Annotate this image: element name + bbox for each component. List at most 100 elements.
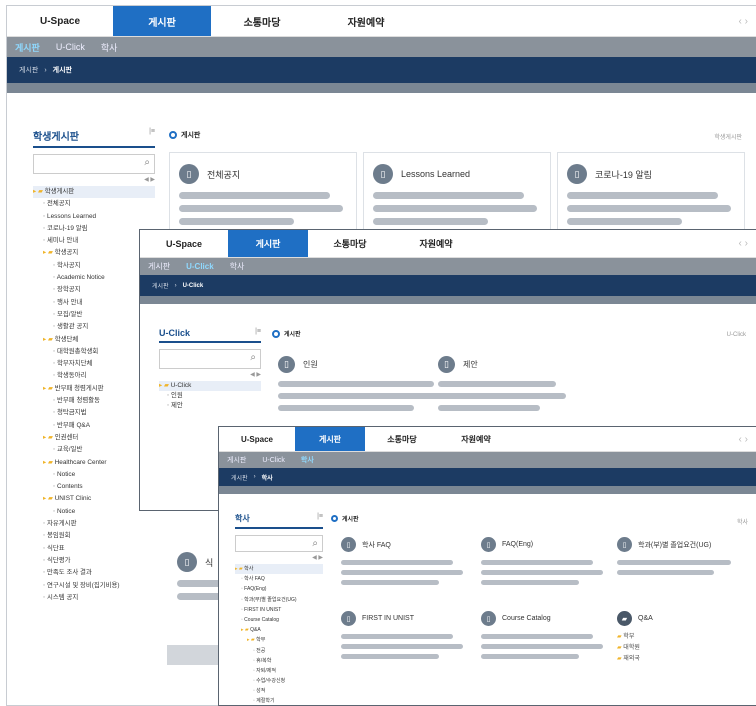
tree-item[interactable]: ▫ 학생동아리: [33, 370, 155, 382]
subnav-academic[interactable]: 학사: [301, 455, 314, 465]
tree-item[interactable]: ▫ 생활관 공지: [33, 321, 155, 333]
tree-item[interactable]: ▫ 학과(부)별 졸업요건(UG): [235, 595, 323, 605]
pager[interactable]: ◀ ▶: [235, 554, 323, 561]
card-faq-eng[interactable]: ▯ FAQ(Eng): [481, 537, 603, 590]
tree-folder[interactable]: ▸ ▰ UNIST Clinic: [33, 493, 155, 505]
breadcrumb-root[interactable]: 게시판: [231, 473, 248, 482]
tree-folder[interactable]: ▸ ▰ 학사: [235, 564, 323, 575]
nav-arrows-icon[interactable]: ‹ ›: [739, 238, 748, 249]
tree-item[interactable]: ▫ 성적: [235, 686, 323, 696]
card-notice[interactable]: ▯ 전체공지: [179, 164, 343, 231]
tree-folder[interactable]: ▸ ▰ 학부: [235, 635, 323, 645]
nav-uspace[interactable]: U-Space: [140, 239, 228, 249]
tree-item[interactable]: ▫ 반부패 Q&A: [33, 420, 155, 432]
tree-folder[interactable]: ▸ ▰ 학생공지: [33, 247, 155, 259]
tree-item[interactable]: ▫ 전체공지: [33, 198, 155, 210]
tree-item[interactable]: ▫ 코로나-19 알림: [33, 223, 155, 235]
card-first[interactable]: ▯ FIRST IN UNIST: [341, 611, 463, 664]
nav-uspace[interactable]: U-Space: [219, 435, 295, 444]
tree-item[interactable]: ▫ 대학원총학생회: [33, 346, 155, 358]
tree-item[interactable]: ▫ 만족도 조사 결과: [33, 567, 155, 579]
tree-folder[interactable]: ▸ ▰ 학생게시판: [33, 186, 155, 199]
tree-item[interactable]: ▫ 모집/알반: [33, 309, 155, 321]
qa-item[interactable]: ▰ 학부: [617, 632, 741, 643]
tree-item[interactable]: ▫ 시스템 공지: [33, 592, 155, 604]
tree-item[interactable]: ▫ 학부자치단체: [33, 358, 155, 370]
nav-arrows-icon[interactable]: ‹ ›: [739, 434, 748, 445]
nav-comm[interactable]: 소통마당: [308, 237, 392, 250]
subnav-board[interactable]: 게시판: [227, 455, 246, 465]
card-grad-req[interactable]: ▯ 학과(부)별 졸업요건(UG): [617, 537, 741, 580]
tree-folder[interactable]: ▸ ▰ Healthcare Center: [33, 457, 155, 469]
card-catalog[interactable]: ▯ Course Catalog: [481, 611, 603, 664]
tree-folder[interactable]: ▸ ▰ 반부패 청렴게시판: [33, 383, 155, 395]
nav-reservation[interactable]: 자원예약: [313, 14, 419, 29]
card-lessons[interactable]: ▯ Lessons Learned: [373, 164, 537, 231]
tree-item[interactable]: ▫ 제안: [159, 401, 261, 411]
tree-item[interactable]: ▫ 자퇴/제적: [235, 666, 323, 676]
tree-folder[interactable]: ▸ ▰ Q&A: [235, 625, 323, 635]
search-icon[interactable]: ⌕: [144, 157, 150, 168]
tree-item[interactable]: ▫ 자유게시판: [33, 518, 155, 530]
qa-item[interactable]: ▰ 재외국: [617, 654, 741, 665]
tree-item[interactable]: ▫ 장학공지: [33, 284, 155, 296]
nav-board[interactable]: 게시판: [295, 427, 365, 451]
tree-item[interactable]: ▫ 연구시설 및 장비(집기비용): [33, 580, 155, 592]
breadcrumb-root[interactable]: 게시판: [19, 65, 38, 75]
nav-comm[interactable]: 소통마당: [211, 14, 313, 29]
subnav-board[interactable]: 게시판: [15, 41, 40, 54]
tree-item[interactable]: ▫ Course Catalog: [235, 615, 323, 625]
nav-board[interactable]: 게시판: [113, 6, 211, 36]
search-icon[interactable]: ⌕: [250, 352, 256, 363]
nav-reservation[interactable]: 자원예약: [439, 434, 513, 445]
tree-item[interactable]: ▫ 교육/일반: [33, 444, 155, 456]
qa-item[interactable]: ▰ 대학원: [617, 643, 741, 654]
tree-item[interactable]: ▫ 식단표: [33, 543, 155, 555]
subnav-board[interactable]: 게시판: [148, 261, 170, 272]
tree-item[interactable]: ▫ 세미나 안내: [33, 235, 155, 247]
nav-uspace[interactable]: U-Space: [7, 16, 113, 27]
tree-item[interactable]: ▫ 식단평가: [33, 555, 155, 567]
subnav-uclick[interactable]: U-Click: [56, 42, 85, 52]
tree-item[interactable]: ▫ 봉임원회: [33, 530, 155, 542]
tree-item[interactable]: ▫ 반부패 청렴활동: [33, 395, 155, 407]
sidebar-toggle-icon[interactable]: |≡: [317, 513, 323, 520]
tree-item[interactable]: ▫ 학사공지: [33, 260, 155, 272]
nav-board[interactable]: 게시판: [228, 230, 308, 257]
card-personnel[interactable]: ▯ 인원: [278, 356, 448, 417]
tree-item[interactable]: ▫ 인원: [159, 391, 261, 401]
search-icon[interactable]: ⌕: [312, 538, 318, 549]
tree-item[interactable]: ▫ 학사 FAQ: [235, 574, 323, 584]
nav-reservation[interactable]: 자원예약: [392, 237, 480, 250]
tree-item[interactable]: ▫ Academic Notice: [33, 272, 155, 284]
pager[interactable]: ◀ ▶: [33, 176, 155, 183]
subnav-academic[interactable]: 학사: [230, 261, 245, 272]
tree-item[interactable]: ▫ Notice: [33, 469, 155, 481]
tree-item[interactable]: ▫ 전공: [235, 646, 323, 656]
tree-folder[interactable]: ▸ ▰ U-Click: [159, 381, 261, 391]
subnav-uclick[interactable]: U-Click: [262, 457, 285, 464]
tree-item[interactable]: ▫ 수업/수강신청: [235, 676, 323, 686]
search-input[interactable]: ⌕: [33, 154, 155, 174]
subnav-academic[interactable]: 학사: [101, 41, 118, 54]
sidebar-toggle-icon[interactable]: |≡: [149, 128, 155, 135]
card-faq[interactable]: ▯ 학사 FAQ: [341, 537, 463, 590]
breadcrumb-root[interactable]: 게시판: [152, 281, 169, 290]
tree-item[interactable]: ▫ Notice: [33, 506, 155, 518]
search-input[interactable]: ⌕: [159, 349, 261, 369]
nav-comm[interactable]: 소통마당: [365, 434, 439, 445]
tree-item[interactable]: ▫ FAQ(Eng): [235, 584, 323, 594]
pager[interactable]: ◀ ▶: [159, 371, 261, 378]
tree-item[interactable]: ▫ 행사 안내: [33, 297, 155, 309]
subnav-uclick[interactable]: U-Click: [186, 262, 214, 271]
card-partial[interactable]: ▯ 식: [177, 552, 223, 606]
tree-item[interactable]: ▫ FIRST IN UNIST: [235, 605, 323, 615]
nav-arrows-icon[interactable]: ‹ ›: [739, 16, 748, 27]
tree-item[interactable]: ▫ 청탁금지법: [33, 407, 155, 419]
tree-folder[interactable]: ▸ ▰ 학생단체: [33, 334, 155, 346]
tree-folder[interactable]: ▸ ▰ 인권센터: [33, 432, 155, 444]
sidebar-toggle-icon[interactable]: |≡: [255, 328, 261, 335]
tree-item[interactable]: ▫ Lessons Learned: [33, 211, 155, 223]
tree-item[interactable]: ▫ Contents: [33, 481, 155, 493]
card-qa[interactable]: ▰ Q&A ▰ 학부 ▰ 대학원 ▰ 재외국: [617, 611, 741, 665]
